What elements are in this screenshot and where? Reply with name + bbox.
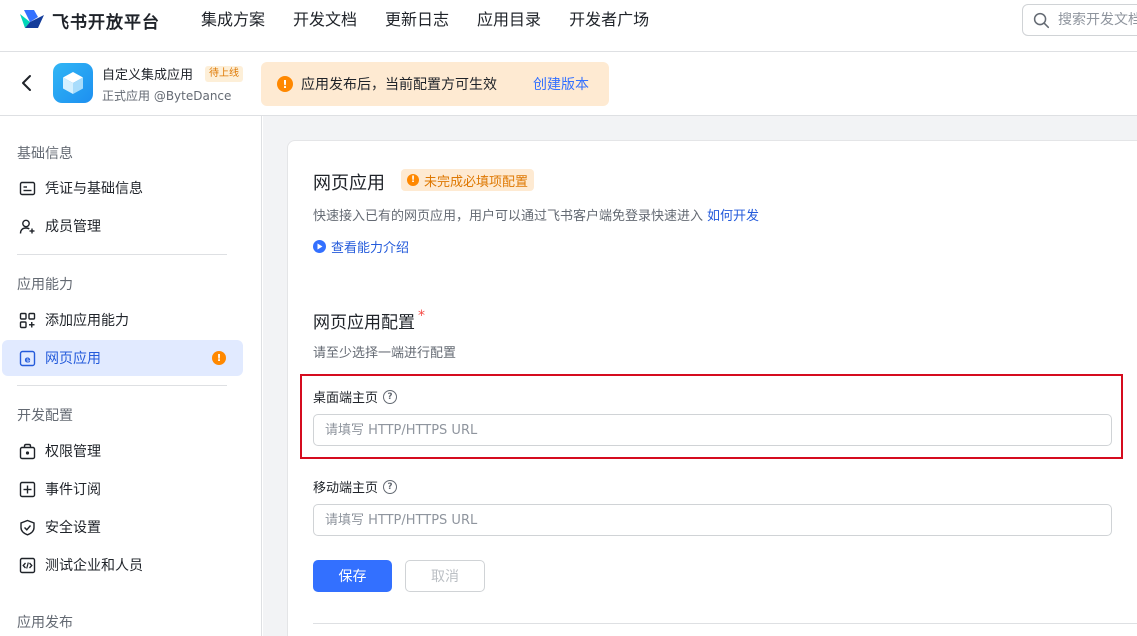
sidebar-item-label: 凭证与基础信息 — [45, 181, 143, 197]
feishu-logo-icon — [20, 10, 44, 28]
config-section-desc: 请至少选择一端进行配置 — [313, 346, 457, 361]
sidebar-divider — [17, 385, 227, 386]
add-member-icon — [18, 217, 36, 235]
warning-icon: ! — [277, 76, 293, 92]
sidebar-item-events[interactable]: 事件订阅 — [2, 471, 243, 507]
incomplete-config-text: 未完成必填项配置 — [424, 174, 529, 190]
view-intro-link[interactable]: 查看能力介绍 — [313, 237, 409, 256]
required-mark: * — [418, 308, 425, 324]
app-subtitle: 正式应用 @ByteDance — [102, 89, 232, 103]
brand-name: 飞书开放平台 — [52, 12, 160, 33]
nav-docs[interactable]: 开发文档 — [293, 8, 357, 32]
web-app-icon: e — [18, 349, 36, 367]
top-nav: 集成方案 开发文档 更新日志 应用目录 开发者广场 — [201, 8, 649, 32]
sidebar-item-permissions[interactable]: 权限管理 — [2, 433, 243, 469]
search-box[interactable] — [1022, 4, 1137, 36]
config-title-text: 网页应用配置 — [313, 313, 415, 333]
page-description: 快速接入已有的网页应用，用户可以通过飞书客户端免登录快速进入 如何开发 — [313, 205, 759, 224]
config-section-title: 网页应用配置 * — [313, 308, 425, 333]
nav-app-directory[interactable]: 应用目录 — [477, 8, 541, 32]
search-icon — [1033, 12, 1050, 28]
create-version-link[interactable]: 创建版本 — [533, 74, 589, 94]
credential-icon — [18, 179, 36, 197]
mobile-homepage-url-input[interactable] — [313, 504, 1112, 536]
warning-icon: ! — [407, 174, 419, 186]
help-icon[interactable]: ? — [383, 389, 398, 404]
description-text: 快速接入已有的网页应用，用户可以通过飞书客户端免登录快速进入 — [313, 209, 704, 224]
sidebar-item-test-users[interactable]: 测试企业和人员 — [2, 547, 243, 583]
search-input[interactable] — [1058, 12, 1137, 28]
back-arrow-icon[interactable] — [16, 72, 38, 94]
nav-solutions[interactable]: 集成方案 — [201, 8, 265, 32]
view-intro-text: 查看能力介绍 — [331, 241, 410, 256]
group-title-basic-info: 基础信息 — [17, 146, 73, 162]
how-to-develop-link[interactable]: 如何开发 — [707, 209, 759, 224]
desktop-homepage-url-input[interactable] — [313, 414, 1112, 446]
play-icon — [313, 240, 326, 253]
sidebar-item-credentials[interactable]: 凭证与基础信息 — [2, 170, 243, 206]
app-avatar — [53, 63, 93, 103]
group-title-dev-config: 开发配置 — [17, 408, 73, 424]
sidebar-item-label: 安全设置 — [45, 520, 101, 536]
sidebar-divider — [17, 254, 227, 255]
desktop-homepage-label: 桌面端主页 ? — [313, 387, 398, 406]
cube-icon — [63, 72, 83, 94]
group-title-capabilities: 应用能力 — [17, 277, 73, 293]
publish-notice-banner: ! 应用发布后，当前配置方可生效 创建版本 — [261, 62, 609, 106]
sidebar-item-members[interactable]: 成员管理 — [2, 208, 243, 244]
app-status-badge: 待上线 — [205, 66, 243, 82]
sidebar-item-label: 事件订阅 — [45, 482, 101, 498]
cancel-button[interactable]: 取消 — [405, 560, 485, 592]
sidebar-item-security[interactable]: 安全设置 — [2, 509, 243, 545]
sidebar-item-label: 权限管理 — [45, 444, 101, 460]
sidebar: 基础信息 凭证与基础信息 成员管理 应用能力 添加应用能力 e 网页应用 ! 开… — [0, 116, 262, 636]
nav-developer-square[interactable]: 开发者广场 — [569, 8, 649, 32]
permission-icon — [18, 442, 36, 460]
section-divider — [313, 623, 1137, 624]
sidebar-item-web-app[interactable]: e 网页应用 ! — [2, 340, 243, 376]
sidebar-item-label: 网页应用 — [45, 351, 101, 367]
shield-icon — [18, 518, 36, 536]
help-icon[interactable]: ? — [383, 479, 398, 494]
sidebar-item-label: 成员管理 — [45, 219, 101, 235]
event-icon — [18, 480, 36, 498]
brand-logo[interactable]: 飞书开放平台 — [18, 8, 160, 33]
notice-text: 应用发布后，当前配置方可生效 — [301, 77, 497, 93]
code-icon — [18, 556, 36, 574]
mobile-label-text: 移动端主页 — [313, 481, 379, 496]
grid-plus-icon — [18, 311, 36, 329]
page-title: 网页应用 — [313, 173, 385, 194]
incomplete-warning-badge: ! — [212, 351, 226, 365]
web-app-card: 网页应用 ! 未完成必填项配置 快速接入已有的网页应用，用户可以通过飞书客户端免… — [287, 140, 1137, 636]
nav-changelog[interactable]: 更新日志 — [385, 8, 449, 32]
svg-text:e: e — [24, 355, 30, 365]
incomplete-config-tag: ! 未完成必填项配置 — [401, 169, 535, 191]
group-title-publish: 应用发布 — [17, 615, 73, 631]
sidebar-item-label: 测试企业和人员 — [45, 558, 143, 574]
desktop-label-text: 桌面端主页 — [313, 391, 379, 406]
mobile-homepage-label: 移动端主页 ? — [313, 477, 398, 496]
app-name: 自定义集成应用 — [102, 68, 194, 83]
save-button[interactable]: 保存 — [313, 560, 392, 592]
main-content: 网页应用 ! 未完成必填项配置 快速接入已有的网页应用，用户可以通过飞书客户端免… — [263, 116, 1137, 636]
sidebar-item-label: 添加应用能力 — [45, 313, 129, 329]
app-header: 自定义集成应用 待上线 正式应用 @ByteDance ! 应用发布后，当前配置… — [0, 52, 1137, 116]
sidebar-item-add-capability[interactable]: 添加应用能力 — [2, 302, 243, 338]
top-navigation-bar: 飞书开放平台 集成方案 开发文档 更新日志 应用目录 开发者广场 — [0, 0, 1137, 52]
